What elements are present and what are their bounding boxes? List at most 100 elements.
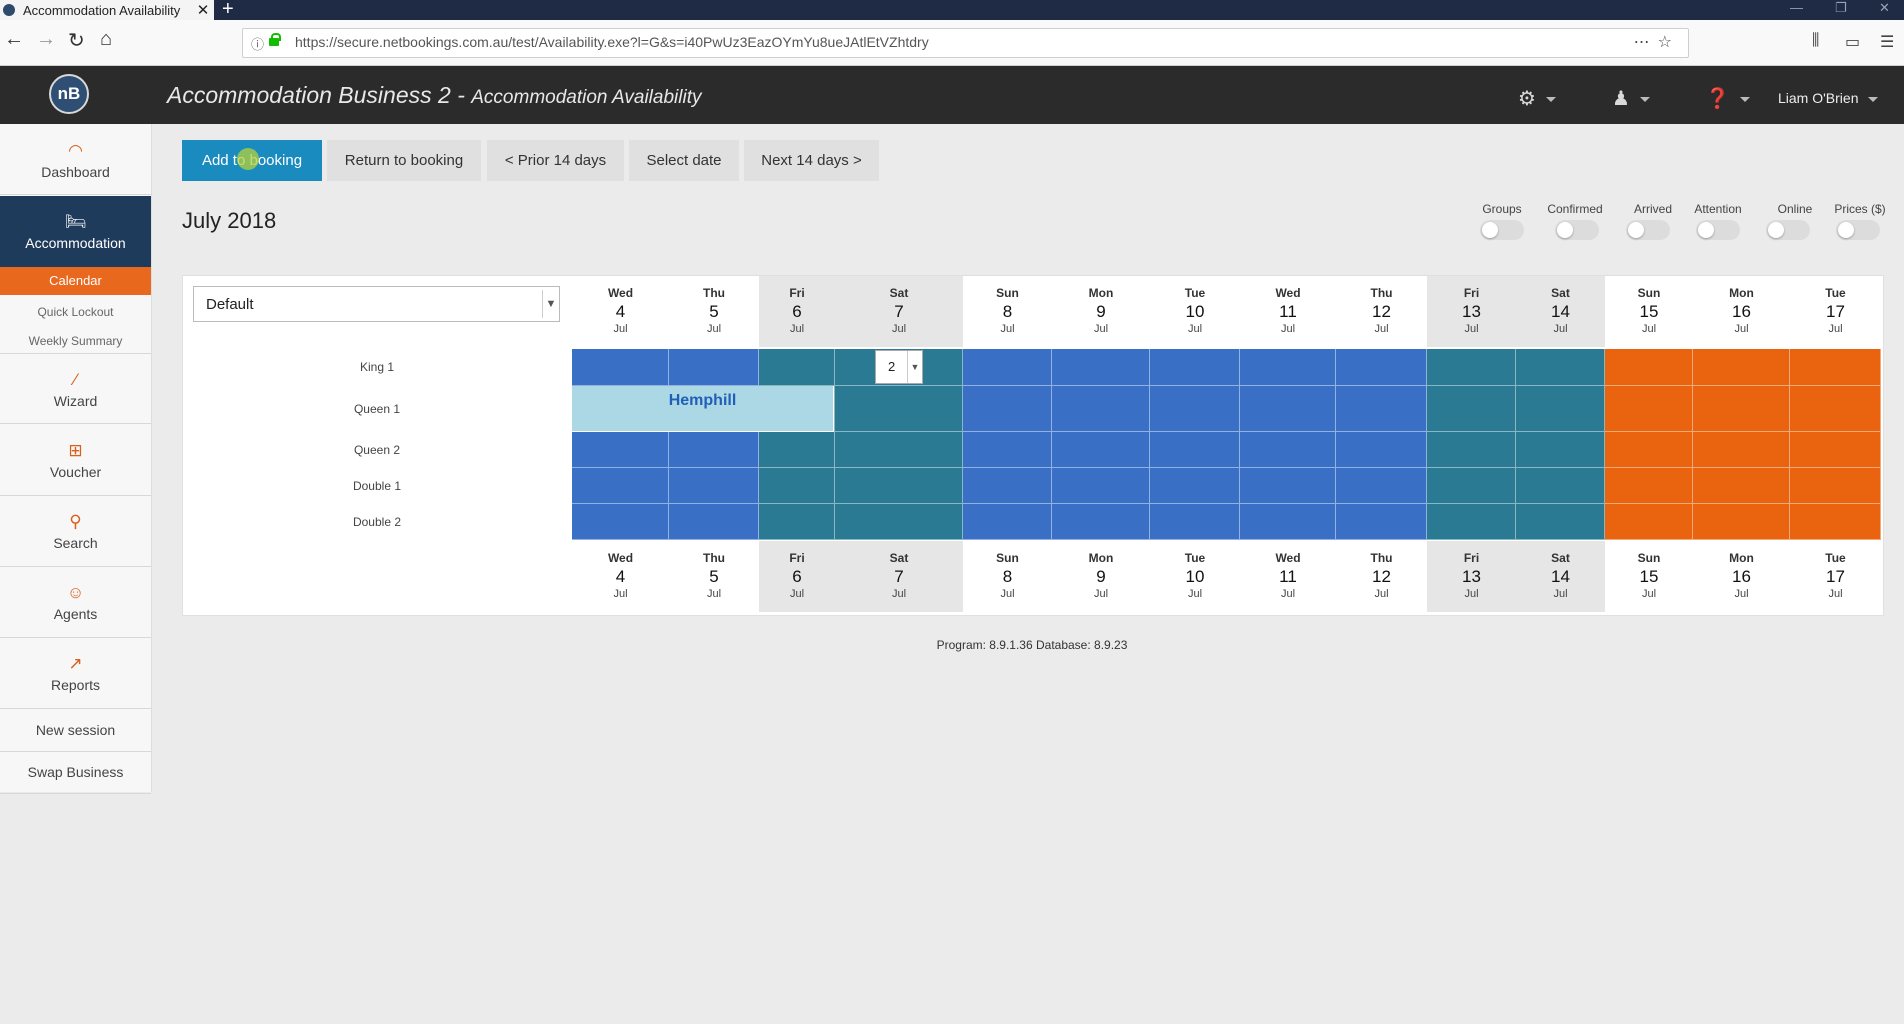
availability-cell[interactable] [1693,349,1790,386]
sidebar-toggle-icon[interactable]: ▭ [1845,32,1860,52]
attention-toggle[interactable] [1696,220,1740,240]
availability-cell[interactable] [1605,468,1693,504]
availability-cell[interactable] [1605,432,1693,468]
availability-cell[interactable] [1240,349,1336,386]
back-icon[interactable]: ← [4,28,24,51]
availability-cell[interactable] [1052,504,1150,540]
availability-cell[interactable] [1427,386,1516,432]
availability-cell[interactable] [669,349,759,386]
forward-icon[interactable]: → [36,28,56,51]
prior-14-days-button[interactable]: < Prior 14 days [487,140,624,181]
availability-cell[interactable] [759,468,835,504]
reload-icon[interactable]: ↻ [68,28,85,53]
nights-select[interactable]: 2 ▼ [875,350,923,384]
availability-cell[interactable] [1052,468,1150,504]
sidebar-item-voucher[interactable]: ⊞ Voucher [0,425,151,496]
sidebar-item-swap-business[interactable]: Swap Business [0,751,151,794]
availability-cell[interactable] [1052,432,1150,468]
new-tab-icon[interactable]: + [222,0,234,21]
availability-cell[interactable] [759,432,835,468]
sidebar-item-accommodation[interactable]: 🛏 Accommodation [0,196,151,267]
netbookings-logo[interactable]: nB [49,74,89,114]
sidebar-item-agents[interactable]: ☺ Agents [0,567,151,638]
confirmed-toggle[interactable] [1555,220,1599,240]
availability-cell[interactable] [1336,432,1427,468]
availability-cell[interactable] [1336,386,1427,432]
availability-cell[interactable] [1336,504,1427,540]
menu-icon[interactable]: ☰ [1880,32,1894,52]
prices-toggle[interactable] [1836,220,1880,240]
availability-cell[interactable] [1605,386,1693,432]
availability-cell[interactable] [1790,468,1881,504]
availability-cell[interactable] [1790,432,1881,468]
availability-cell[interactable] [835,504,963,540]
availability-cell[interactable] [1516,349,1605,386]
page-actions-icon[interactable]: ⋯☆ [1634,32,1680,52]
availability-cell[interactable] [1336,468,1427,504]
minimize-icon[interactable]: — [1790,0,1803,15]
availability-cell[interactable] [572,349,669,386]
availability-cell[interactable] [1605,504,1693,540]
help-icon[interactable]: ❓ [1705,86,1750,111]
close-window-icon[interactable]: ✕ [1879,0,1890,16]
availability-cell[interactable] [1150,432,1240,468]
availability-cell[interactable] [1427,504,1516,540]
availability-cell[interactable] [1240,468,1336,504]
availability-cell[interactable] [963,504,1052,540]
availability-cell[interactable] [1516,468,1605,504]
close-tab-icon[interactable]: ✕ [192,1,214,19]
return-to-booking-button[interactable]: Return to booking [327,140,481,181]
subnav-quick-lockout[interactable]: Quick Lockout [0,300,151,324]
availability-cell[interactable] [1427,432,1516,468]
availability-cell[interactable] [963,432,1052,468]
availability-cell[interactable] [669,504,759,540]
site-info-icon[interactable]: ⓘ [251,34,264,53]
availability-cell[interactable] [1336,349,1427,386]
availability-cell[interactable] [1052,349,1150,386]
availability-cell[interactable] [669,432,759,468]
availability-cell[interactable] [759,349,835,386]
sidebar-item-wizard[interactable]: ⁄ Wizard [0,353,151,424]
address-bar[interactable]: ⓘ https://secure.netbookings.com.au/test… [242,28,1689,58]
availability-cell[interactable] [1427,349,1516,386]
availability-cell[interactable] [1427,468,1516,504]
availability-cell[interactable] [1150,468,1240,504]
booking-block[interactable]: Hemphill [572,386,834,432]
availability-cell[interactable] [1790,504,1881,540]
user-account-icon[interactable]: ♟ [1612,86,1650,111]
availability-cell[interactable] [572,468,669,504]
availability-cell[interactable] [1693,468,1790,504]
next-14-days-button[interactable]: Next 14 days > [744,140,879,181]
browser-tab[interactable]: Accommodation Availability ✕ [0,0,214,20]
availability-cell[interactable] [1693,504,1790,540]
availability-cell[interactable] [1150,349,1240,386]
view-select[interactable]: Default ▼ [193,286,560,322]
groups-toggle[interactable] [1480,220,1524,240]
availability-cell[interactable] [835,432,963,468]
availability-cell[interactable] [1150,386,1240,432]
availability-cell[interactable] [759,504,835,540]
sidebar-item-dashboard[interactable]: ◠ Dashboard [0,124,151,195]
select-date-button[interactable]: Select date [629,140,739,181]
availability-cell[interactable] [963,468,1052,504]
availability-cell[interactable] [835,468,963,504]
url-text[interactable]: https://secure.netbookings.com.au/test/A… [295,34,929,50]
user-menu[interactable]: Liam O'Brien [1778,90,1879,106]
arrived-toggle[interactable] [1626,220,1670,240]
settings-gear-icon[interactable]: ⚙ [1518,86,1556,111]
availability-cell[interactable] [1790,386,1881,432]
restore-icon[interactable]: ❐ [1835,0,1847,16]
availability-cell[interactable] [1693,432,1790,468]
availability-cell[interactable] [1605,349,1693,386]
availability-cell[interactable] [1516,432,1605,468]
online-toggle[interactable] [1766,220,1810,240]
availability-cell[interactable] [572,432,669,468]
availability-cell[interactable] [1240,504,1336,540]
availability-cell[interactable] [1790,349,1881,386]
subnav-weekly-summary[interactable]: Weekly Summary [0,329,151,353]
library-icon[interactable]: ⫼ [1812,32,1819,50]
availability-cell[interactable] [1693,386,1790,432]
availability-cell[interactable] [963,386,1052,432]
sidebar-item-new-session[interactable]: New session [0,709,151,752]
availability-cell[interactable] [669,468,759,504]
